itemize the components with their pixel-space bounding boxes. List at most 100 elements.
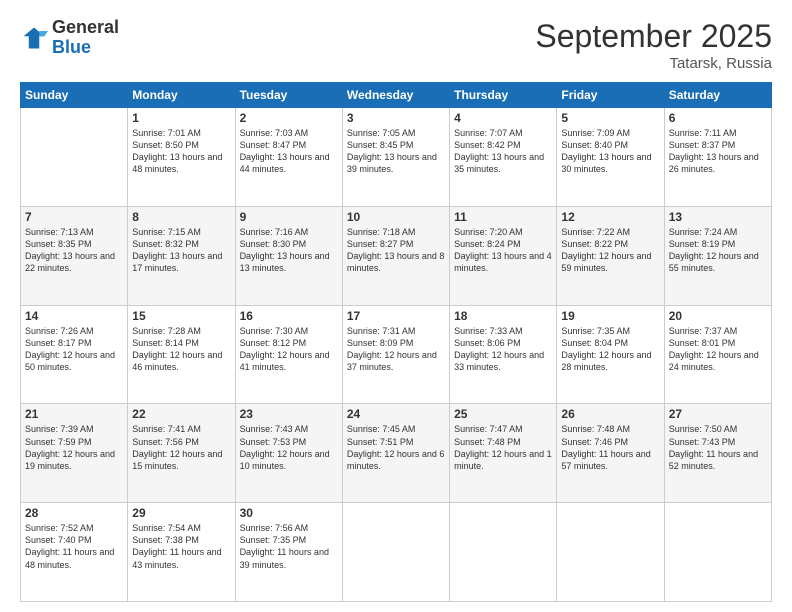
title-block: September 2025 Tatarsk, Russia [535,18,772,72]
day-number: 17 [347,309,445,323]
calendar-cell: 11Sunrise: 7:20 AM Sunset: 8:24 PM Dayli… [450,206,557,305]
col-friday: Friday [557,83,664,108]
day-number: 24 [347,407,445,421]
calendar-cell: 6Sunrise: 7:11 AM Sunset: 8:37 PM Daylig… [664,108,771,207]
calendar-week-row-3: 21 Sunrise: 7:39 AM Sunset: 7:59 PM Dayli… [21,404,772,503]
day-number: 9 [240,210,338,224]
calendar-cell: 1Sunrise: 7:01 AM Sunset: 8:50 PM Daylig… [128,108,235,207]
cell-content: Sunrise: 7:26 AM Sunset: 8:17 PM Dayligh… [25,325,123,374]
logo-blue-text: Blue [52,37,91,57]
day-number: 11 [454,210,552,224]
calendar-cell [21,108,128,207]
calendar-cell: 12Sunrise: 7:22 AM Sunset: 8:22 PM Dayli… [557,206,664,305]
cell-content: Sunrise: 7:50 AM Sunset: 7:43 PM Dayligh… [669,423,767,472]
col-saturday: Saturday [664,83,771,108]
cell-content: Sunrise: 7:39 AM Sunset: 7:59 PM Dayligh… [25,423,123,472]
cell-content: Sunrise: 7:52 AM Sunset: 7:40 PM Dayligh… [25,522,123,571]
calendar-header-row: Sunday Monday Tuesday Wednesday Thursday… [21,83,772,108]
page: General Blue September 2025 Tatarsk, Rus… [0,0,792,612]
cell-content: Sunrise: 7:30 AM Sunset: 8:12 PM Dayligh… [240,325,338,374]
cell-content: Sunrise: 7:09 AM Sunset: 8:40 PM Dayligh… [561,127,659,176]
col-monday: Monday [128,83,235,108]
day-number: 4 [454,111,552,125]
day-number: 6 [669,111,767,125]
calendar-cell: 10 Sunrise: 7:18 AM Sunset: 8:27 PM Dayli… [342,206,449,305]
day-number: 28 [25,506,123,520]
day-number: 26 [561,407,659,421]
cell-content: Sunrise: 7:13 AM Sunset: 8:35 PM Dayligh… [25,226,123,275]
cell-content: Sunrise: 7:37 AM Sunset: 8:01 PM Dayligh… [669,325,767,374]
calendar-cell: 14 Sunrise: 7:26 AM Sunset: 8:17 PM Dayli… [21,305,128,404]
cell-content: Sunrise: 7:48 AM Sunset: 7:46 PM Dayligh… [561,423,659,472]
cell-content: Sunrise: 7:31 AM Sunset: 8:09 PM Dayligh… [347,325,445,374]
calendar-cell: 23 Sunrise: 7:43 AM Sunset: 7:53 PM Dayli… [235,404,342,503]
day-number: 21 [25,407,123,421]
header: General Blue September 2025 Tatarsk, Rus… [20,18,772,72]
day-number: 14 [25,309,123,323]
calendar-cell: 27 Sunrise: 7:50 AM Sunset: 7:43 PM Dayli… [664,404,771,503]
cell-content: Sunrise: 7:03 AM Sunset: 8:47 PM Dayligh… [240,127,338,176]
col-thursday: Thursday [450,83,557,108]
logo-general-text: General [52,17,119,37]
day-number: 22 [132,407,230,421]
calendar-cell: 22Sunrise: 7:41 AM Sunset: 7:56 PM Dayli… [128,404,235,503]
day-number: 13 [669,210,767,224]
day-number: 10 [347,210,445,224]
cell-content: Sunrise: 7:45 AM Sunset: 7:51 PM Dayligh… [347,423,445,472]
calendar-cell: 26 Sunrise: 7:48 AM Sunset: 7:46 PM Dayli… [557,404,664,503]
cell-content: Sunrise: 7:56 AM Sunset: 7:35 PM Dayligh… [240,522,338,571]
calendar-week-row-2: 14 Sunrise: 7:26 AM Sunset: 8:17 PM Dayli… [21,305,772,404]
calendar-cell: 7 Sunrise: 7:13 AM Sunset: 8:35 PM Daylig… [21,206,128,305]
day-number: 19 [561,309,659,323]
col-tuesday: Tuesday [235,83,342,108]
cell-content: Sunrise: 7:05 AM Sunset: 8:45 PM Dayligh… [347,127,445,176]
cell-content: Sunrise: 7:33 AM Sunset: 8:06 PM Dayligh… [454,325,552,374]
title-month: September 2025 [535,18,772,55]
day-number: 30 [240,506,338,520]
calendar-cell: 21 Sunrise: 7:39 AM Sunset: 7:59 PM Dayli… [21,404,128,503]
calendar-cell [664,503,771,602]
calendar-cell: 15 Sunrise: 7:28 AM Sunset: 8:14 PM Dayli… [128,305,235,404]
calendar-week-row-0: 1Sunrise: 7:01 AM Sunset: 8:50 PM Daylig… [21,108,772,207]
day-number: 23 [240,407,338,421]
calendar-week-row-1: 7 Sunrise: 7:13 AM Sunset: 8:35 PM Daylig… [21,206,772,305]
day-number: 27 [669,407,767,421]
cell-content: Sunrise: 7:35 AM Sunset: 8:04 PM Dayligh… [561,325,659,374]
day-number: 2 [240,111,338,125]
calendar-week-row-4: 28 Sunrise: 7:52 AM Sunset: 7:40 PM Dayli… [21,503,772,602]
day-number: 7 [25,210,123,224]
cell-content: Sunrise: 7:15 AM Sunset: 8:32 PM Dayligh… [132,226,230,275]
calendar-cell: 29 Sunrise: 7:54 AM Sunset: 7:38 PM Dayli… [128,503,235,602]
calendar-cell: 8Sunrise: 7:15 AM Sunset: 8:32 PM Daylig… [128,206,235,305]
calendar-cell: 9 Sunrise: 7:16 AM Sunset: 8:30 PM Daylig… [235,206,342,305]
cell-content: Sunrise: 7:18 AM Sunset: 8:27 PM Dayligh… [347,226,445,275]
calendar-cell [557,503,664,602]
calendar-cell: 13 Sunrise: 7:24 AM Sunset: 8:19 PM Dayli… [664,206,771,305]
calendar-cell: 19 Sunrise: 7:35 AM Sunset: 8:04 PM Dayli… [557,305,664,404]
cell-content: Sunrise: 7:24 AM Sunset: 8:19 PM Dayligh… [669,226,767,275]
logo: General Blue [20,18,119,58]
day-number: 20 [669,309,767,323]
calendar-cell: 24 Sunrise: 7:45 AM Sunset: 7:51 PM Dayli… [342,404,449,503]
day-number: 29 [132,506,230,520]
logo-icon [20,24,48,52]
day-number: 18 [454,309,552,323]
day-number: 15 [132,309,230,323]
calendar-cell [342,503,449,602]
cell-content: Sunrise: 7:01 AM Sunset: 8:50 PM Dayligh… [132,127,230,176]
calendar-cell: 17 Sunrise: 7:31 AM Sunset: 8:09 PM Dayli… [342,305,449,404]
calendar-cell: 28 Sunrise: 7:52 AM Sunset: 7:40 PM Dayli… [21,503,128,602]
calendar-table: Sunday Monday Tuesday Wednesday Thursday… [20,82,772,602]
cell-content: Sunrise: 7:54 AM Sunset: 7:38 PM Dayligh… [132,522,230,571]
cell-content: Sunrise: 7:28 AM Sunset: 8:14 PM Dayligh… [132,325,230,374]
calendar-cell: 18 Sunrise: 7:33 AM Sunset: 8:06 PM Dayli… [450,305,557,404]
calendar-cell: 2 Sunrise: 7:03 AM Sunset: 8:47 PM Daylig… [235,108,342,207]
day-number: 12 [561,210,659,224]
day-number: 5 [561,111,659,125]
calendar-cell: 25Sunrise: 7:47 AM Sunset: 7:48 PM Dayli… [450,404,557,503]
cell-content: Sunrise: 7:43 AM Sunset: 7:53 PM Dayligh… [240,423,338,472]
calendar-cell: 5 Sunrise: 7:09 AM Sunset: 8:40 PM Daylig… [557,108,664,207]
calendar-cell: 3Sunrise: 7:05 AM Sunset: 8:45 PM Daylig… [342,108,449,207]
col-sunday: Sunday [21,83,128,108]
cell-content: Sunrise: 7:16 AM Sunset: 8:30 PM Dayligh… [240,226,338,275]
